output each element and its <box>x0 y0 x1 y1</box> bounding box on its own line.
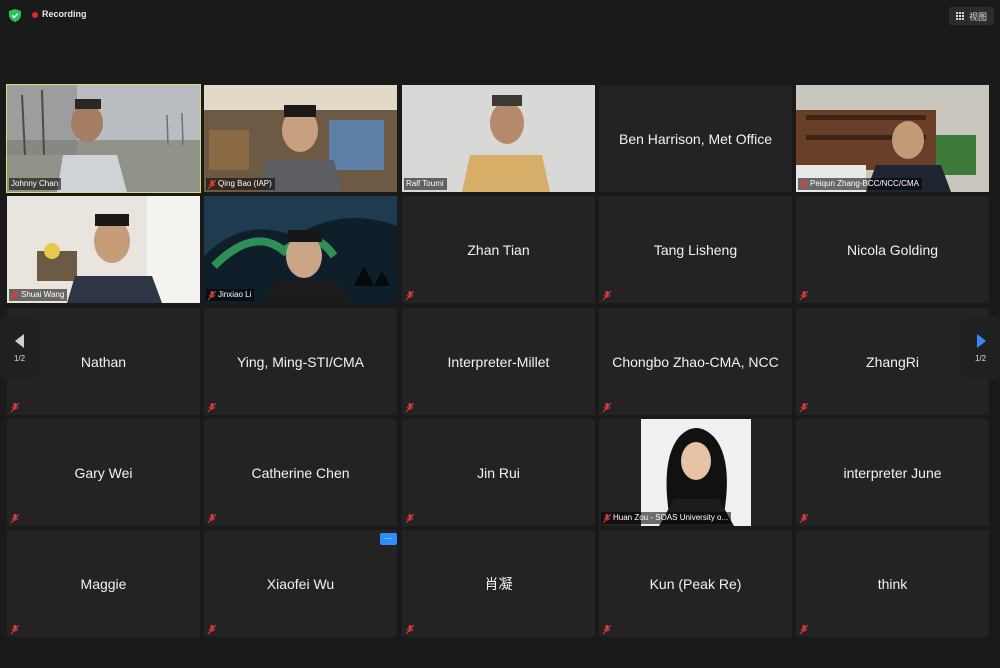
participant-name: Jin Rui <box>477 464 520 481</box>
participant-name: Tang Lisheng <box>653 241 738 258</box>
mic-muted-icon <box>208 403 216 412</box>
participant-tile[interactable]: Interpreter-Millet <box>402 308 595 415</box>
participant-name: Gary Wei <box>74 464 133 481</box>
view-button[interactable]: 视图 <box>948 7 994 25</box>
participant-tile[interactable]: Maggie <box>7 530 200 637</box>
participant-name: interpreter June <box>843 464 942 481</box>
participant-tile[interactable]: Shuai Wang <box>7 196 200 303</box>
participant-name: think <box>877 575 908 592</box>
participant-name: Qing Bao (IAP) <box>218 179 272 188</box>
chevron-left-icon <box>14 333 24 348</box>
recording-dot-icon <box>32 12 38 18</box>
recording-label: Recording <box>42 9 87 19</box>
mic-muted-icon <box>800 403 808 412</box>
participant-name-tag: Ralf Toumi <box>404 178 447 190</box>
participant-tile[interactable]: Peiqun Zhang-BCC/NCC/CMA <box>796 85 989 192</box>
participant-video <box>7 196 200 303</box>
mic-muted-icon <box>800 625 808 634</box>
participant-name: Maggie <box>80 575 127 592</box>
participant-tile[interactable]: Jinxiao Li <box>204 196 397 303</box>
participant-tile[interactable]: Tang Lisheng <box>599 196 792 303</box>
participant-video <box>204 196 397 303</box>
chevron-right-icon <box>976 333 986 348</box>
participant-tile[interactable]: Huan Zou - SOAS University o... <box>599 419 792 526</box>
view-label: 视图 <box>968 11 987 22</box>
mic-muted-icon <box>208 290 216 300</box>
participant-name: 肖凝 <box>484 575 513 592</box>
mic-muted-icon <box>800 179 808 189</box>
mic-muted-icon <box>406 291 414 300</box>
participant-tile[interactable]: Kun (Peak Re) <box>599 530 792 637</box>
participant-tile[interactable]: Xiaofei Wu <box>204 530 397 637</box>
mic-muted-icon <box>406 514 414 523</box>
participant-name: Chongbo Zhao-CMA, NCC <box>612 353 779 370</box>
participant-name-tag: Peiqun Zhang-BCC/NCC/CMA <box>798 178 922 190</box>
mic-muted-icon <box>406 625 414 634</box>
participant-name: Catherine Chen <box>251 464 350 481</box>
participant-tile[interactable]: Ben Harrison, Met Office <box>599 85 792 192</box>
mic-muted-icon <box>603 291 611 300</box>
mic-muted-icon <box>603 403 611 412</box>
mic-muted-icon <box>11 625 19 634</box>
mic-muted-icon <box>603 513 611 523</box>
mic-muted-icon <box>800 514 808 523</box>
participant-name: Peiqun Zhang-BCC/NCC/CMA <box>810 179 919 188</box>
participant-name: Kun (Peak Re) <box>649 575 742 592</box>
participant-name: Ben Harrison, Met Office <box>618 130 773 147</box>
participant-name-tag: Johnny Chan <box>9 178 62 190</box>
participant-tile[interactable]: Catherine Chen <box>204 419 397 526</box>
participant-name: Zhan Tian <box>467 241 530 258</box>
mic-muted-icon <box>11 290 19 300</box>
participant-tile[interactable]: think <box>796 530 989 637</box>
ellipsis-icon: ... <box>384 531 393 541</box>
mic-muted-icon <box>11 514 19 523</box>
previous-page-button[interactable]: 1/2 <box>0 317 39 379</box>
participant-name: Interpreter-Millet <box>447 353 550 370</box>
next-page-button[interactable]: 1/2 <box>961 317 1000 379</box>
participant-name: Huan Zou - SOAS University o... <box>613 513 729 522</box>
mic-muted-icon <box>11 403 19 412</box>
participant-tile[interactable]: Nicola Golding <box>796 196 989 303</box>
participant-tile[interactable]: Chongbo Zhao-CMA, NCC <box>599 308 792 415</box>
participant-name: Jinxiao Li <box>218 290 252 299</box>
participant-video <box>402 85 595 192</box>
mic-muted-icon <box>208 514 216 523</box>
mic-muted-icon <box>208 179 216 189</box>
participant-tile[interactable]: Johnny Chan <box>6 84 201 193</box>
participant-video <box>204 85 397 192</box>
participant-name-tag: Jinxiao Li <box>206 289 255 301</box>
participant-tile[interactable]: Qing Bao (IAP) <box>204 85 397 192</box>
participant-video <box>7 85 200 192</box>
participant-name: Johnny Chan <box>11 179 59 188</box>
participant-tile[interactable]: interpreter June <box>796 419 989 526</box>
participant-name: Xiaofei Wu <box>266 575 335 592</box>
page-indicator: 1/2 <box>974 353 987 363</box>
participant-name-tag: Huan Zou - SOAS University o... <box>601 512 732 524</box>
participant-tile[interactable]: 肖凝 <box>402 530 595 637</box>
participant-tile[interactable]: Gary Wei <box>7 419 200 526</box>
participant-name: Shuai Wang <box>21 290 65 299</box>
participant-tile[interactable]: Jin Rui <box>402 419 595 526</box>
mic-muted-icon <box>406 403 414 412</box>
participant-name: Nicola Golding <box>846 241 939 258</box>
more-options-button[interactable]: ... <box>380 531 397 545</box>
participant-name-tag: Shuai Wang <box>9 289 68 301</box>
participant-tile[interactable]: Ralf Toumi <box>402 85 595 192</box>
mic-muted-icon <box>800 291 808 300</box>
mic-muted-icon <box>208 625 216 634</box>
participant-name: Ying, Ming-STI/CMA <box>236 353 365 370</box>
participant-name-tag: Qing Bao (IAP) <box>206 178 275 190</box>
grid-icon <box>955 12 964 20</box>
meeting-top-bar: Recording 视图 <box>0 0 1000 30</box>
participant-video <box>796 85 989 192</box>
mic-muted-icon <box>603 625 611 634</box>
participant-tile[interactable]: Zhan Tian <box>402 196 595 303</box>
page-indicator: 1/2 <box>13 353 26 363</box>
participant-video <box>599 419 792 526</box>
participant-name: Ralf Toumi <box>406 179 444 188</box>
participant-tile[interactable]: Ying, Ming-STI/CMA <box>204 308 397 415</box>
shield-check-icon[interactable] <box>9 9 21 22</box>
